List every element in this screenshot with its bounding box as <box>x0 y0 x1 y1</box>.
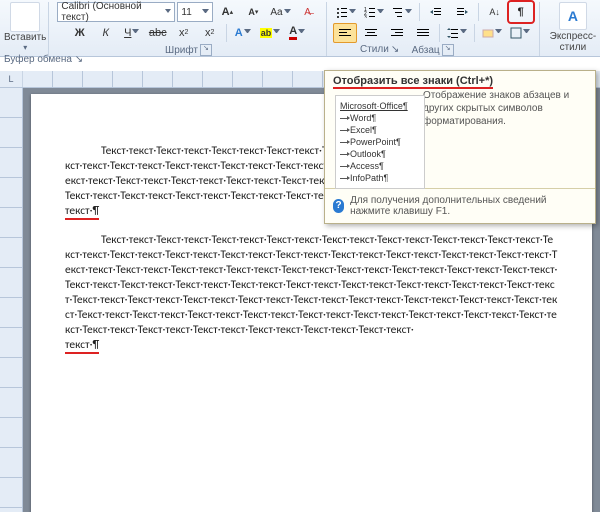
tooltip-help-text: Для получения дополнительных сведений на… <box>350 195 587 217</box>
sort-button[interactable]: A↓ <box>483 2 507 22</box>
underline-button[interactable]: Ч <box>120 23 144 43</box>
styles-group: A Экспресс-стили A Изменить стили <box>540 2 600 56</box>
shrink-font-button[interactable]: A▾ <box>241 2 265 22</box>
separator <box>478 3 479 21</box>
separator <box>474 24 475 42</box>
chevron-down-icon <box>273 29 280 36</box>
tooltip-sample-item: InfoPath¶ <box>340 172 420 184</box>
chevron-down-icon <box>523 29 530 36</box>
chevron-down-icon <box>460 29 467 36</box>
styles-dialog-launcher[interactable]: ↘ <box>391 44 399 55</box>
separator <box>419 3 420 21</box>
clipboard-dialog-launcher[interactable]: ↘ <box>75 54 83 65</box>
paragraph-2[interactable]: Текст·текст·Текст·текст·Текст·текст·Текс… <box>65 233 558 353</box>
increase-indent-button[interactable] <box>450 2 474 22</box>
font-group: Calibri (Основной текст) 11 A▴ A▾ Aa A̶ … <box>51 2 326 56</box>
paste-icon[interactable] <box>10 2 40 32</box>
clipboard-group-label: Буфер обмена ↘ <box>4 54 83 65</box>
multilevel-button[interactable] <box>389 2 415 22</box>
grow-font-button[interactable]: A▴ <box>215 2 239 22</box>
quick-styles-button[interactable]: A Экспресс-стили <box>546 2 600 53</box>
clear-formatting-button[interactable]: A̶ <box>296 2 320 22</box>
ribbon: Вставить ▾ Calibri (Основной текст) 11 A… <box>0 0 600 57</box>
shading-button[interactable] <box>479 23 505 43</box>
separator <box>439 24 440 42</box>
align-center-button[interactable] <box>359 23 383 43</box>
tooltip-sample-title: Microsoft·Office¶ <box>340 100 420 112</box>
tooltip-show-hide: Отобразить все знаки (Ctrl+*) Отображени… <box>324 70 596 224</box>
separator <box>226 24 227 42</box>
show-hide-button[interactable]: ¶ <box>509 2 533 22</box>
font-size-value: 11 <box>181 7 191 18</box>
font-dialog-launcher[interactable]: ↘ <box>200 44 212 56</box>
word-app: Вставить ▾ Calibri (Основной текст) 11 A… <box>0 0 600 512</box>
justify-button[interactable] <box>411 23 435 43</box>
chevron-down-icon[interactable] <box>202 9 209 16</box>
chevron-down-icon <box>405 9 412 16</box>
chevron-down-icon <box>349 9 356 16</box>
tab-selector[interactable]: L <box>0 71 23 87</box>
chevron-down-icon <box>284 9 291 16</box>
superscript-button[interactable]: x2 <box>198 23 222 43</box>
pilcrow-icon: текст·¶ <box>65 204 99 220</box>
clipboard-group: Вставить ▾ <box>4 2 49 56</box>
chevron-down-icon[interactable]: ▾ <box>23 43 27 52</box>
align-left-button[interactable] <box>333 23 357 43</box>
highlight-button[interactable]: ab <box>257 23 284 43</box>
chevron-down-icon[interactable] <box>165 9 172 16</box>
strike-button[interactable]: abc <box>146 23 170 43</box>
chevron-down-icon <box>244 29 251 36</box>
tooltip-sample-item: Word¶ <box>340 112 420 124</box>
tooltip-sample-item: Outlook¶ <box>340 148 420 160</box>
tooltip-sample: Microsoft·Office¶ Word¶Excel¶PowerPoint¶… <box>335 95 425 189</box>
paragraph-group-label: Абзац ↘ <box>412 44 454 56</box>
tooltip-sample-item: PowerPoint¶ <box>340 136 420 148</box>
paste-label[interactable]: Вставить <box>4 32 46 43</box>
subscript-button[interactable]: x2 <box>172 23 196 43</box>
paragraph-dialog-launcher[interactable]: ↘ <box>442 44 454 56</box>
chevron-down-icon <box>495 29 502 36</box>
svg-text:3: 3 <box>364 15 367 18</box>
styles-group-caption: Стили ↘ <box>360 44 399 55</box>
paragraph-group: 123 A↓ ¶ Абзац <box>327 2 540 56</box>
tooltip-sample-item: Access¶ <box>340 160 420 172</box>
pilcrow-icon: текст·¶ <box>65 338 99 354</box>
numbering-button[interactable]: 123 <box>361 2 387 22</box>
tooltip-title: Отобразить все знаки (Ctrl+*) <box>325 71 595 89</box>
quick-styles-icon: A <box>559 2 587 30</box>
font-size-combo[interactable]: 11 <box>177 2 213 22</box>
align-right-button[interactable] <box>385 23 409 43</box>
borders-button[interactable] <box>507 23 533 43</box>
font-color-button[interactable]: A <box>285 23 309 43</box>
decrease-indent-button[interactable] <box>424 2 448 22</box>
text-effects-button[interactable]: A <box>231 23 255 43</box>
tooltip-footer: ? Для получения дополнительных сведений … <box>325 189 595 223</box>
vertical-ruler[interactable] <box>0 88 23 512</box>
bullets-button[interactable] <box>333 2 359 22</box>
bold-button[interactable]: Ж <box>68 23 92 43</box>
chevron-down-icon <box>377 9 384 16</box>
tooltip-sample-item: Excel¶ <box>340 124 420 136</box>
font-name-combo[interactable]: Calibri (Основной текст) <box>57 2 175 22</box>
line-spacing-button[interactable] <box>444 23 470 43</box>
font-name-value: Calibri (Основной текст) <box>61 1 164 23</box>
help-icon: ? <box>333 199 344 213</box>
italic-button[interactable]: К <box>94 23 118 43</box>
font-group-label: Шрифт ↘ <box>165 44 212 56</box>
chevron-down-icon <box>298 29 305 36</box>
change-case-button[interactable]: Aa <box>267 2 293 22</box>
chevron-down-icon <box>132 29 139 36</box>
